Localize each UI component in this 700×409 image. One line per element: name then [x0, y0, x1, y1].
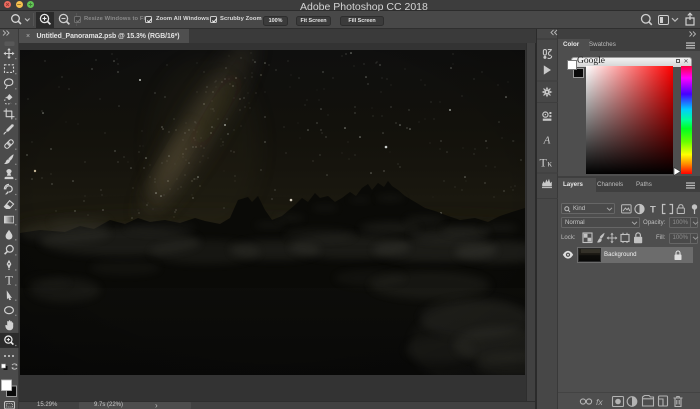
svg-text:fx: fx: [596, 397, 603, 407]
svg-text:A: A: [543, 135, 551, 147]
svg-text:T: T: [540, 156, 548, 170]
svg-text:T: T: [5, 274, 13, 288]
svg-text:T: T: [650, 204, 656, 215]
svg-text:κ: κ: [548, 159, 553, 169]
